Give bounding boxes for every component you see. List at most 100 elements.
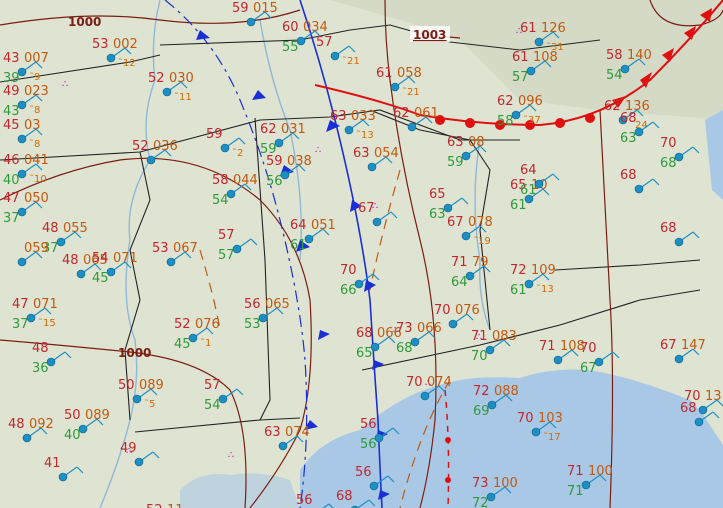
station-pressure: 038 (287, 154, 312, 169)
station-pressure: 096 (518, 94, 543, 109)
station-temperature: 68 (620, 111, 637, 126)
station-pressure: 058 (397, 66, 422, 81)
station-circle (553, 355, 563, 365)
station-pressure: 054 (374, 146, 399, 161)
station-circle (461, 231, 471, 241)
station-circle (134, 457, 144, 467)
station-circle (188, 333, 198, 343)
station-dewpoint: 45 (92, 271, 109, 286)
station-temperature: 46 (3, 153, 20, 168)
station-circle (106, 267, 116, 277)
station-circle (22, 433, 32, 443)
station-dewpoint: 67 (580, 361, 597, 376)
station-circle (166, 257, 176, 267)
station-dewpoint: 40 (3, 173, 20, 188)
station-temperature: 68 (356, 326, 373, 341)
station-temperature: 68 (620, 168, 637, 183)
station-circle (278, 441, 288, 451)
station-pressure: 050 (24, 191, 49, 206)
station-temperature: 63 (353, 146, 370, 161)
weather-symbol: ∴ (392, 325, 398, 336)
station-tendency: ˜10 (29, 173, 47, 185)
station-temperature: 72 (473, 384, 490, 399)
station-temperature: 45 (3, 118, 20, 133)
station-circle (594, 357, 604, 367)
station-circle (374, 433, 384, 443)
weather-symbol: ∴ (372, 201, 378, 212)
station-tendency: ˜12 (118, 57, 136, 69)
station-tendency: ˜31 (546, 41, 564, 53)
station-tendency: ˜13 (356, 129, 374, 141)
station-dewpoint: 53 (244, 317, 261, 332)
station-temperature: 48 (62, 253, 79, 268)
station-temperature: 58 (606, 48, 623, 63)
station-circle (56, 237, 66, 247)
station-dewpoint: 64 (451, 275, 468, 290)
station-dewpoint: 54 (204, 398, 221, 413)
station-pressure: 065 (265, 297, 290, 312)
station-tendency: ˜1 (200, 337, 211, 349)
station-circle (511, 110, 521, 120)
station-tendency: ˜21 (402, 86, 420, 98)
station-pressure: 061 (414, 106, 439, 121)
louisiana-coast-water (180, 473, 300, 508)
station-circle (226, 189, 236, 199)
station-circle (487, 400, 497, 410)
station-pressure: 002 (113, 37, 138, 52)
station-pressure: 033 (351, 109, 376, 124)
station-circle (146, 155, 156, 165)
weather-symbol: ∴ (516, 26, 522, 37)
station-circle (218, 394, 228, 404)
station-temperature: 57 (316, 35, 333, 50)
station-circle (280, 170, 290, 180)
station-dewpoint: 56 (266, 174, 283, 189)
station-circle (410, 337, 420, 347)
weather-symbol: ∴ (126, 446, 132, 457)
station-pressure: 100 (588, 464, 613, 479)
station-pressure: 041 (24, 153, 49, 168)
station-tendency: ˜21 (342, 55, 360, 67)
station-pressure: 147 (681, 338, 706, 353)
station-circle (274, 138, 284, 148)
station-dewpoint: 65 (356, 346, 373, 361)
station-tendency: ˜8 (29, 138, 40, 150)
station-dewpoint: 71 (567, 484, 584, 499)
station-pressure: 036 (153, 139, 178, 154)
station-temperature: 67 (660, 338, 677, 353)
station-pressure: 015 (253, 1, 278, 16)
station-temperature: 56 (296, 493, 313, 508)
station-temperature: 48 (42, 221, 59, 236)
station-temperature: 59 (266, 154, 283, 169)
station-pressure: 083 (492, 329, 517, 344)
isobar-label: 1000 (118, 346, 151, 360)
station-temperature: 62 (604, 99, 621, 114)
station-temperature: 67 (447, 215, 464, 230)
station-temperature: 71 (539, 339, 556, 354)
station-circle (634, 127, 644, 137)
station-temperature: 52 (146, 503, 163, 508)
station-pressure: 034 (303, 20, 328, 35)
station-circle (162, 87, 172, 97)
station-pressure: 126 (541, 21, 566, 36)
station-circle (106, 53, 116, 63)
station-dewpoint: 36 (32, 361, 49, 376)
station-tendency: ˜11 (174, 91, 192, 103)
station-dewpoint: 56 (360, 437, 377, 452)
station-circle (448, 319, 458, 329)
weather-symbol: ∴ (315, 145, 321, 156)
station-temperature: 60 (282, 20, 299, 35)
station-temperature: 70 (684, 389, 701, 404)
station-temperature: 56 (244, 297, 261, 312)
station-pressure: 078 (468, 215, 493, 230)
station-temperature: 59 (206, 127, 223, 142)
station-temperature: 48 (32, 341, 49, 356)
station-temperature: 70 (517, 411, 534, 426)
station-pressure: 071 (113, 251, 138, 266)
station-circle (46, 357, 56, 367)
surface-analysis-map: 43 007 39 ˜9 49 023 43 ˜8 45 03 ˜8 46 041 40 ˜10 47 050 3… (0, 0, 723, 508)
station-temperature: 70 (406, 375, 423, 390)
station-tendency: ˜5 (144, 398, 155, 410)
station-dewpoint: 63 (429, 207, 446, 222)
station-tendency: ˜13 (536, 283, 554, 295)
station-pressure: 076 (195, 317, 220, 332)
